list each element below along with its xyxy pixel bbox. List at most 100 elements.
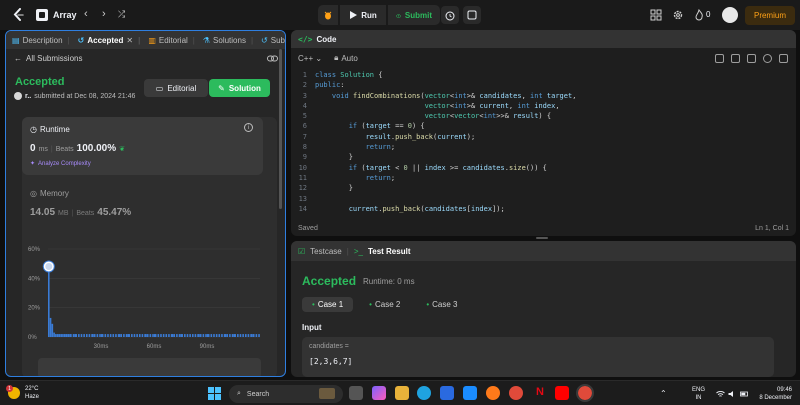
- youtube-icon[interactable]: [555, 386, 569, 400]
- distribution-bar[interactable]: [250, 334, 252, 337]
- distribution-bar[interactable]: [85, 334, 88, 337]
- distribution-bar[interactable]: [215, 334, 218, 337]
- distribution-bar[interactable]: [205, 334, 207, 337]
- distribution-bar[interactable]: [131, 334, 133, 337]
- tab-accepted[interactable]: ↺ Accepted ✕ |: [78, 36, 143, 45]
- distribution-bar[interactable]: [75, 334, 77, 337]
- distribution-bar[interactable]: [152, 334, 154, 337]
- tab-editorial[interactable]: ▥ Editorial |: [148, 36, 197, 45]
- distribution-bar[interactable]: [160, 334, 162, 337]
- code-line[interactable]: 10 if (target < 0 || index >= candidates…: [291, 163, 796, 173]
- link-icon[interactable]: [267, 54, 278, 63]
- distribution-bar[interactable]: [55, 334, 57, 337]
- code-line[interactable]: 1 class Solution {: [291, 70, 796, 80]
- distribution-bar[interactable]: [133, 334, 136, 337]
- distribution-bar[interactable]: [138, 334, 141, 337]
- distribution-bar[interactable]: [237, 334, 239, 337]
- battery-icon[interactable]: [740, 390, 749, 398]
- user-name[interactable]: r..: [25, 93, 31, 100]
- distribution-bar[interactable]: [223, 334, 226, 337]
- distribution-bar[interactable]: [120, 334, 123, 337]
- weather-widget[interactable]: 1 22°C Haze: [6, 385, 39, 401]
- distribution-bar[interactable]: [60, 334, 62, 337]
- code-line[interactable]: 12 }: [291, 183, 796, 193]
- layout-grid-icon[interactable]: [650, 9, 662, 21]
- leetcode-logo-icon[interactable]: [12, 8, 25, 22]
- distribution-bar[interactable]: [189, 334, 191, 337]
- distribution-bar[interactable]: [112, 334, 115, 337]
- chevron-up-icon[interactable]: ⌃: [660, 389, 667, 398]
- chrome-active-icon[interactable]: [576, 384, 594, 402]
- distribution-bar[interactable]: [88, 334, 91, 337]
- input-var-value[interactable]: [2,3,6,7]: [309, 357, 352, 366]
- distribution-bar[interactable]: [247, 334, 250, 337]
- distribution-bar[interactable]: [49, 317, 52, 337]
- distribution-bar[interactable]: [234, 334, 236, 337]
- next-problem-icon[interactable]: ›: [102, 8, 106, 20]
- edge-icon[interactable]: [417, 386, 431, 400]
- distribution-bar[interactable]: [51, 323, 54, 337]
- distribution-bar[interactable]: [146, 334, 149, 337]
- windows-start-icon[interactable]: [208, 387, 221, 400]
- shuffle-icon[interactable]: ⤮: [118, 9, 125, 20]
- analyze-complexity-link[interactable]: ✦ Analyze Complexity: [30, 160, 91, 168]
- distribution-bar[interactable]: [62, 334, 64, 337]
- file-explorer-icon[interactable]: [395, 386, 409, 400]
- distribution-bar[interactable]: [210, 334, 213, 337]
- panel-resize-handle[interactable]: [536, 237, 548, 239]
- distribution-bar[interactable]: [157, 334, 160, 337]
- distribution-bar[interactable]: [181, 334, 183, 337]
- distribution-bar[interactable]: [101, 334, 104, 337]
- code-line[interactable]: 4 vector<int>& current, int index,: [291, 101, 796, 111]
- code-preview-bar[interactable]: [38, 358, 261, 376]
- distribution-bar[interactable]: [255, 334, 258, 337]
- runtime-distribution-chart[interactable]: 60% 40% 20% 0% 30ms 60ms 90ms: [28, 243, 268, 353]
- prev-problem-icon[interactable]: ‹: [84, 8, 88, 20]
- distribution-bar[interactable]: [239, 334, 242, 337]
- auto-mode[interactable]: 🔒︎ Auto: [334, 53, 358, 63]
- distribution-bar[interactable]: [242, 334, 244, 337]
- tab-submissions[interactable]: ↺ Subm: [261, 36, 285, 45]
- distribution-bar[interactable]: [191, 334, 194, 337]
- problem-list-title[interactable]: Array: [53, 10, 77, 20]
- distribution-bar[interactable]: [258, 334, 260, 337]
- language-select[interactable]: C++ ⌄: [298, 54, 322, 63]
- netflix-icon[interactable]: N: [533, 386, 547, 400]
- tab-testcase[interactable]: Testcase: [310, 247, 342, 256]
- distribution-bar[interactable]: [99, 334, 101, 337]
- expand-icon[interactable]: [779, 54, 788, 63]
- copilot-icon[interactable]: [372, 386, 386, 400]
- distribution-bar[interactable]: [63, 334, 66, 337]
- distribution-bar[interactable]: [144, 334, 146, 337]
- distribution-bar[interactable]: [56, 334, 59, 337]
- code-line[interactable]: 6 if (target == 0) {: [291, 121, 796, 131]
- tab-description[interactable]: ▤ Description |: [12, 36, 72, 45]
- distribution-bar[interactable]: [48, 272, 50, 337]
- distribution-bar[interactable]: [231, 334, 234, 337]
- distribution-bar[interactable]: [72, 334, 75, 337]
- taskbar-search[interactable]: ⌕ Search: [229, 385, 343, 403]
- runtime-box[interactable]: ◷ Runtime i 0 ms | Beats 100.00% ❦ ✦ Ana…: [22, 117, 263, 175]
- distribution-bar[interactable]: [67, 334, 70, 337]
- close-tab-icon[interactable]: ✕: [126, 36, 133, 45]
- distribution-bar[interactable]: [65, 334, 68, 337]
- avatar[interactable]: [722, 7, 738, 23]
- firefox-icon[interactable]: [486, 386, 500, 400]
- distribution-bar[interactable]: [178, 334, 181, 337]
- code-line[interactable]: 8 return;: [291, 142, 796, 152]
- code-line[interactable]: 11 return;: [291, 173, 796, 183]
- code-line[interactable]: 7 result.push_back(current);: [291, 132, 796, 142]
- case-tab-2[interactable]: • Case 2: [359, 297, 410, 312]
- distribution-bar[interactable]: [229, 334, 231, 337]
- task-view-icon[interactable]: [349, 386, 363, 400]
- distribution-bar[interactable]: [93, 334, 96, 337]
- case-tab-1[interactable]: • Case 1: [302, 297, 354, 312]
- distribution-bar[interactable]: [136, 334, 138, 337]
- scrollbar[interactable]: [279, 49, 282, 209]
- braces-icon[interactable]: [747, 54, 756, 63]
- distribution-bar[interactable]: [107, 334, 109, 337]
- distribution-bar[interactable]: [165, 334, 168, 337]
- gear-icon[interactable]: [672, 9, 684, 21]
- distribution-bar[interactable]: [70, 334, 72, 337]
- chrome-icon[interactable]: [509, 386, 523, 400]
